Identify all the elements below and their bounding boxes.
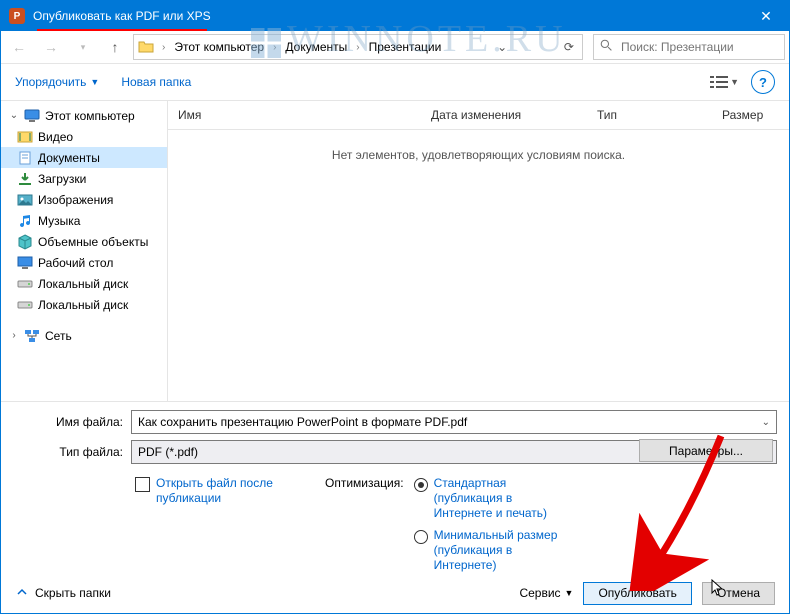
pc-icon [24, 108, 40, 124]
disk-icon [17, 297, 33, 313]
publish-button[interactable]: Опубликовать [583, 582, 691, 605]
col-date[interactable]: Дата изменения [421, 101, 587, 129]
window-title: Опубликовать как PDF или XPS [33, 9, 743, 23]
tools-menu[interactable]: Сервис ▼ [519, 586, 573, 600]
refresh-icon[interactable]: ⟳ [560, 40, 578, 54]
folder-icon [138, 39, 156, 55]
toolbar: Упорядочить▼ Новая папка ▼ ? [1, 64, 789, 101]
nav-bar: ← → ▾ ↑ › Этот компьютер › Документы › П… [1, 31, 789, 64]
optim-minimal-label[interactable]: Минимальный размер (публикация в Интерне… [434, 528, 564, 573]
breadcrumb-pres[interactable]: Презентации [366, 39, 445, 55]
tree-this-pc[interactable]: ⌄Этот компьютер [1, 105, 167, 126]
parameters-button[interactable]: Параметры... [639, 439, 773, 462]
tree-3d[interactable]: Объемные объекты [1, 231, 167, 252]
optimization-label: Оптимизация: [325, 476, 404, 577]
tree-network[interactable]: ›Сеть [1, 325, 167, 346]
col-name[interactable]: Имя [168, 101, 421, 129]
optim-standard-label[interactable]: Стандартная (публикация в Интернете и пе… [434, 476, 564, 521]
annotation-underline [37, 29, 207, 31]
up-button[interactable]: ↑ [101, 33, 129, 61]
main-area: ⌄Этот компьютер Видео Документы Загрузки… [1, 101, 789, 401]
back-button[interactable]: ← [5, 33, 33, 61]
filename-label: Имя файла: [13, 415, 131, 429]
column-headers[interactable]: Имя Дата изменения Тип Размер [168, 101, 789, 130]
breadcrumb-docs[interactable]: Документы [282, 39, 350, 55]
file-list: Имя Дата изменения Тип Размер Нет элемен… [168, 101, 789, 401]
close-button[interactable]: ✕ [743, 1, 789, 31]
col-type[interactable]: Тип [587, 101, 712, 129]
video-icon [17, 129, 33, 145]
breadcrumb-pc[interactable]: Этот компьютер [171, 39, 267, 55]
tree-disk-c[interactable]: Локальный диск [1, 273, 167, 294]
images-icon [17, 192, 33, 208]
music-icon [17, 213, 33, 229]
open-after-label[interactable]: Открыть файл после публикации [156, 476, 295, 506]
filename-input[interactable]: Как сохранить презентацию PowerPoint в ф… [131, 410, 777, 434]
title-bar: P Опубликовать как PDF или XPS ✕ [1, 1, 789, 31]
optim-standard-radio[interactable] [414, 478, 428, 492]
address-bar[interactable]: › Этот компьютер › Документы › Презентац… [133, 34, 583, 60]
tree-documents[interactable]: Документы [1, 147, 167, 168]
search-input[interactable] [619, 39, 778, 55]
help-button[interactable]: ? [751, 70, 775, 94]
filetype-label: Тип файла: [13, 445, 131, 459]
organize-menu[interactable]: Упорядочить▼ [15, 75, 99, 89]
dropdown-icon[interactable]: ⌄ [493, 40, 511, 54]
network-icon [24, 328, 40, 344]
chevron-right-icon: › [354, 42, 361, 53]
tree-disk-d[interactable]: Локальный диск [1, 294, 167, 315]
optim-minimal-radio[interactable] [414, 530, 428, 544]
col-size[interactable]: Размер [712, 101, 789, 129]
cancel-button[interactable]: Отмена [702, 582, 775, 605]
chevron-right-icon: › [271, 42, 278, 53]
search-box[interactable] [593, 34, 785, 60]
tree-images[interactable]: Изображения [1, 189, 167, 210]
open-after-checkbox[interactable] [135, 477, 150, 492]
tree-music[interactable]: Музыка [1, 210, 167, 231]
forward-button[interactable]: → [37, 33, 65, 61]
documents-icon [17, 150, 33, 166]
dialog-window: P Опубликовать как PDF или XPS ✕ WINNOTE… [0, 0, 790, 614]
tree-downloads[interactable]: Загрузки [1, 168, 167, 189]
chevron-up-icon [15, 585, 29, 602]
recent-dropdown[interactable]: ▾ [69, 33, 97, 61]
footer: Скрыть папки Сервис ▼ Опубликовать Отмен… [1, 573, 789, 613]
downloads-icon [17, 171, 33, 187]
tree-video[interactable]: Видео [1, 126, 167, 147]
disk-icon [17, 276, 33, 292]
view-menu[interactable]: ▼ [710, 75, 739, 89]
chevron-right-icon: › [160, 42, 167, 53]
bottom-panel: Имя файла: Как сохранить презентацию Pow… [1, 401, 789, 577]
new-folder-button[interactable]: Новая папка [121, 75, 191, 89]
hide-folders-button[interactable]: Скрыть папки [15, 585, 111, 602]
empty-message: Нет элементов, удовлетворяющих условиям … [168, 130, 789, 401]
app-icon: P [9, 8, 25, 24]
desktop-icon [17, 255, 33, 271]
search-icon [600, 39, 613, 55]
tree-desktop[interactable]: Рабочий стол [1, 252, 167, 273]
cube-icon [17, 234, 33, 250]
nav-tree[interactable]: ⌄Этот компьютер Видео Документы Загрузки… [1, 101, 168, 401]
